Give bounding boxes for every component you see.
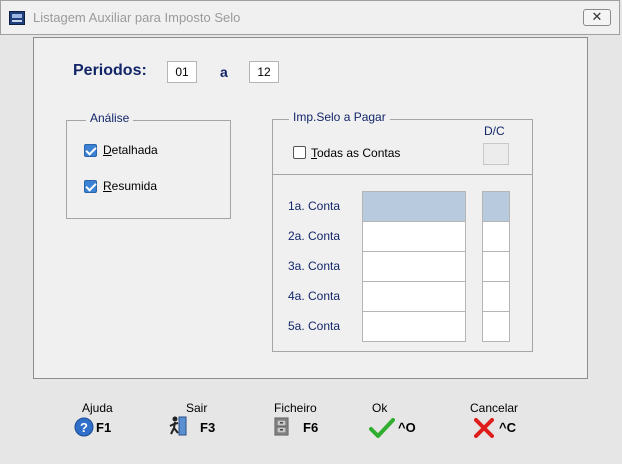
conta-label: 4a. Conta bbox=[288, 289, 341, 303]
ficheiro-caption: Ficheiro bbox=[274, 401, 317, 415]
ok-caption: Ok bbox=[372, 401, 388, 415]
conta-input[interactable] bbox=[362, 191, 466, 222]
conta-input[interactable] bbox=[362, 281, 466, 312]
period-to-input[interactable]: 12 bbox=[249, 61, 279, 83]
svg-text:?: ? bbox=[80, 420, 88, 435]
impselo-legend: Imp.Selo a Pagar bbox=[289, 110, 390, 124]
group-divider bbox=[273, 174, 532, 175]
conta-label: 1a. Conta bbox=[288, 199, 341, 213]
todas-contas-checkbox[interactable] bbox=[293, 146, 306, 159]
period-from-input[interactable]: 01 bbox=[167, 61, 197, 83]
cross-icon bbox=[473, 417, 495, 444]
window-title: Listagem Auxiliar para Imposto Selo bbox=[33, 10, 241, 25]
cancelar-shortcut: ^C bbox=[499, 420, 516, 435]
conta-input[interactable] bbox=[362, 221, 466, 252]
conta-label: 3a. Conta bbox=[288, 259, 341, 273]
detalhada-label: Detalhada bbox=[103, 143, 158, 157]
checkmark-icon bbox=[369, 417, 395, 444]
resumida-label: Resumida bbox=[103, 179, 158, 193]
conta-label: 5a. Conta bbox=[288, 319, 341, 333]
close-button[interactable]: ✕ bbox=[583, 9, 611, 26]
analise-group bbox=[66, 120, 231, 219]
conta-input[interactable] bbox=[362, 251, 466, 282]
todas-dc-field bbox=[483, 143, 509, 165]
title-bar: Listagem Auxiliar para Imposto Selo ✕ bbox=[0, 0, 620, 35]
sair-caption: Sair bbox=[186, 401, 208, 415]
file-cabinet-icon bbox=[272, 415, 292, 442]
conta-input[interactable] bbox=[362, 311, 466, 342]
exit-icon bbox=[168, 415, 188, 442]
ajuda-shortcut: F1 bbox=[96, 420, 112, 435]
cancelar-caption: Cancelar bbox=[470, 401, 519, 415]
periodos-label: Periodos: bbox=[73, 62, 147, 79]
period-separator: a bbox=[220, 64, 228, 80]
conta-label: 2a. Conta bbox=[288, 229, 341, 243]
conta-dc-input[interactable] bbox=[482, 191, 510, 222]
sair-shortcut: F3 bbox=[200, 420, 216, 435]
dc-header: D/C bbox=[484, 124, 505, 138]
ajuda-caption: Ajuda bbox=[82, 401, 113, 415]
conta-dc-input[interactable] bbox=[482, 281, 510, 312]
ok-shortcut: ^O bbox=[398, 420, 416, 435]
conta-dc-input[interactable] bbox=[482, 251, 510, 282]
detalhada-checkbox[interactable] bbox=[84, 144, 97, 157]
analise-legend: Análise bbox=[86, 111, 134, 125]
ficheiro-shortcut: F6 bbox=[303, 420, 319, 435]
conta-dc-input[interactable] bbox=[482, 311, 510, 342]
conta-dc-input[interactable] bbox=[482, 221, 510, 252]
todas-contas-label: Todas as Contas bbox=[311, 146, 401, 160]
app-icon bbox=[9, 11, 25, 25]
help-icon: ? bbox=[74, 417, 94, 442]
resumida-checkbox[interactable] bbox=[84, 180, 97, 193]
